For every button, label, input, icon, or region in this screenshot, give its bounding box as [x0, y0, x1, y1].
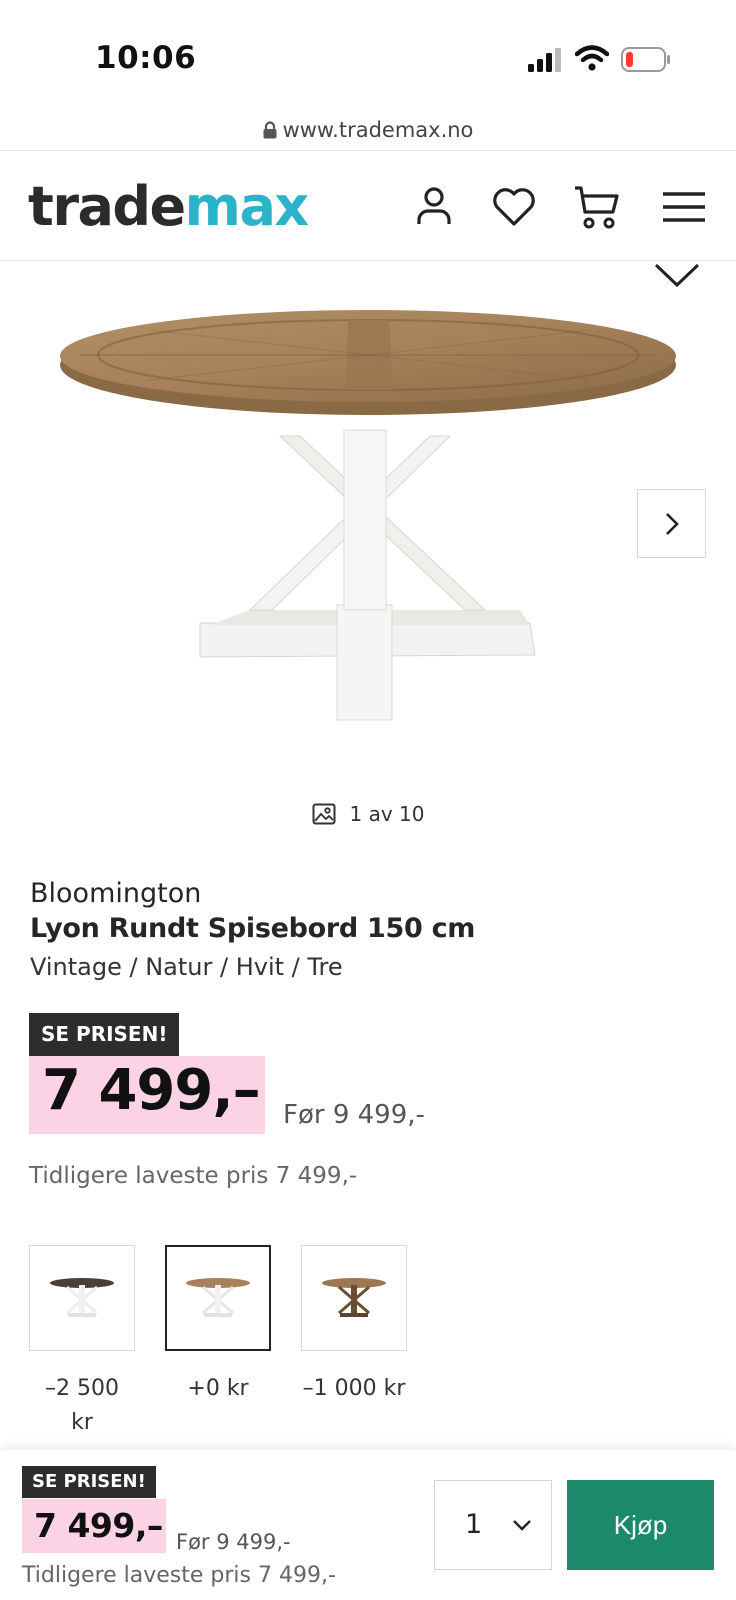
- header-divider: [0, 150, 736, 151]
- lock-icon: [263, 121, 277, 139]
- quantity-select[interactable]: 1: [434, 1480, 552, 1570]
- gallery-next-button[interactable]: [637, 489, 706, 558]
- battery-icon: [621, 47, 670, 72]
- current-price-sticky: 7 499,–: [34, 1506, 163, 1545]
- variant-option-1[interactable]: [29, 1245, 135, 1351]
- variant-option-3[interactable]: [301, 1245, 407, 1351]
- previous-price-sticky: Før 9 499,-: [176, 1530, 291, 1554]
- lowest-price-note: Tidligere laveste pris 7 499,-: [29, 1163, 358, 1189]
- campaign-badge-sticky: SE PRISEN!: [22, 1466, 156, 1498]
- wifi-icon: [575, 45, 609, 71]
- product-title: Lyon Rundt Spisebord 150 cm: [30, 913, 476, 944]
- variant-thumbnail: [322, 1278, 386, 1317]
- product-variant: Vintage / Natur / Hvit / Tre: [30, 953, 343, 981]
- status-time: 10:06: [95, 40, 197, 76]
- variant-thumbnail: [186, 1278, 250, 1317]
- cart-icon[interactable]: [572, 182, 622, 232]
- site-header: trademax: [0, 152, 736, 260]
- product-gallery[interactable]: [0, 260, 736, 780]
- account-icon[interactable]: [409, 182, 459, 232]
- variant-price-diff-2: +0 kr: [187, 1376, 249, 1401]
- cellular-signal-icon: [528, 48, 561, 72]
- gallery-counter: 1 av 10: [0, 802, 736, 826]
- url-text: www.trademax.no: [282, 118, 474, 142]
- current-price: 7 499,–: [42, 1058, 261, 1123]
- variant-option-2[interactable]: [165, 1245, 271, 1351]
- trademax-logo[interactable]: trademax: [28, 180, 309, 234]
- chevron-right-icon: [665, 512, 679, 535]
- lowest-price-note-sticky: Tidligere laveste pris 7 499,-: [22, 1563, 336, 1588]
- product-brand[interactable]: Bloomington: [30, 878, 201, 909]
- url-bar[interactable]: www.trademax.no: [0, 112, 736, 148]
- logo-part-max: max: [184, 175, 310, 238]
- variant-thumbnail: [50, 1278, 114, 1317]
- heart-icon[interactable]: [489, 182, 539, 232]
- image-icon: [312, 803, 335, 825]
- campaign-badge: SE PRISEN!: [29, 1013, 180, 1056]
- chevron-down-icon: [513, 1520, 531, 1531]
- quantity-value: 1: [465, 1509, 483, 1540]
- buy-button[interactable]: Kjøp: [567, 1480, 714, 1570]
- product-image: [60, 310, 676, 721]
- sticky-purchase-bar: SE PRISEN! 7 499,– Før 9 499,- Tidligere…: [0, 1450, 736, 1600]
- gallery-counter-text: 1 av 10: [349, 802, 425, 826]
- previous-price: Før 9 499,-: [283, 1100, 425, 1130]
- status-bar: 10:06: [0, 0, 736, 110]
- menu-icon[interactable]: [659, 182, 709, 232]
- logo-part-trade: trade: [28, 175, 186, 238]
- variant-price-diff-3: –1 000 kr: [302, 1376, 406, 1401]
- variant-price-diff-1: –2 500 kr: [45, 1376, 119, 1435]
